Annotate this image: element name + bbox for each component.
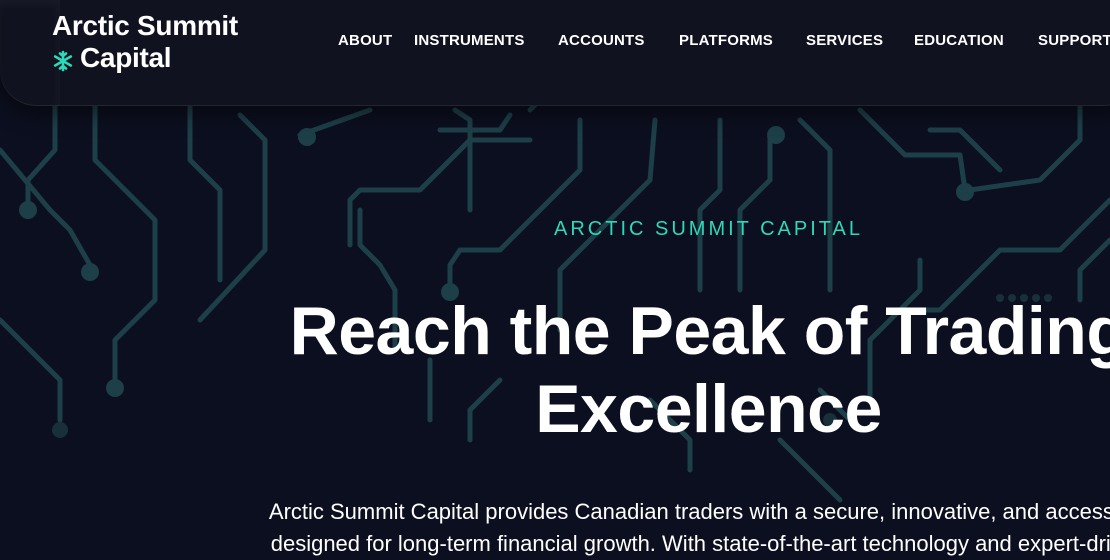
nav-item-platforms[interactable]: PLATFORMS (679, 32, 773, 49)
nav-item-about[interactable]: ABOUT (338, 32, 392, 49)
nav-item-instruments[interactable]: INSTRUMENTS (414, 32, 525, 49)
brand-name-line1: Arctic Summit (52, 10, 238, 41)
snowflake-icon (52, 47, 74, 72)
nav-item-accounts[interactable]: ACCOUNTS (558, 32, 645, 49)
brand-logo[interactable]: Arctic Summit Capital (52, 10, 238, 74)
hero-title: Reach the Peak of Trading Excellence (0, 292, 1110, 448)
nav-item-support[interactable]: SUPPORT (1038, 32, 1110, 49)
nav-item-services[interactable]: SERVICES (806, 32, 883, 49)
header-edge (0, 0, 60, 106)
nav-item-education[interactable]: EDUCATION (914, 32, 1004, 49)
hero-description-line1: Arctic Summit Capital provides Canadian … (268, 499, 1110, 524)
brand-name-line2-row: Capital (52, 42, 238, 74)
hero-title-line1: Reach the Peak of Trading (289, 293, 1110, 369)
hero-title-line2: Excellence (535, 371, 882, 447)
brand-name-line2: Capital (80, 42, 172, 73)
hero-description-line2: designed for long-term financial growth.… (270, 531, 1110, 556)
hero-description: Arctic Summit Capital provides Canadian … (0, 496, 1110, 560)
hero-eyebrow: ARCTIC SUMMIT CAPITAL (554, 218, 863, 240)
